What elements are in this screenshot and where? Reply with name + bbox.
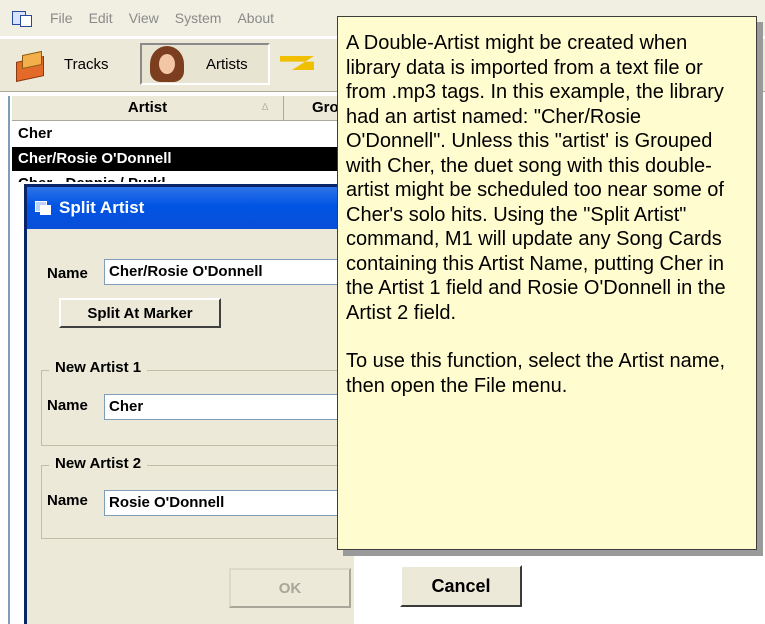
table-row[interactable]: Cher <box>12 122 342 146</box>
artist-1-field[interactable]: Cher <box>104 394 357 420</box>
grid-header: Artist ∆ Gro <box>12 96 368 121</box>
help-tooltip: A Double-Artist might be created when li… <box>337 16 757 550</box>
name-field[interactable]: Cher/Rosie O'Donnell <box>104 259 357 285</box>
tooltip-paragraph-2: To use this function, select the Artist … <box>346 350 726 397</box>
new-artist-2-legend: New Artist 2 <box>49 455 148 472</box>
column-header-artist[interactable]: Artist <box>12 96 284 120</box>
ok-button[interactable]: OK <box>229 568 351 608</box>
artists-label: Artists <box>206 55 248 73</box>
tracks-icon <box>14 49 46 82</box>
dialog-title: Split Artist <box>59 198 145 217</box>
lightning-icon <box>280 52 314 76</box>
artists-button[interactable]: Artists <box>140 43 270 85</box>
artist-1-name-label: Name <box>47 397 88 414</box>
tracks-label: Tracks <box>64 55 109 73</box>
app-window: File Edit View System About Tracks Artis… <box>0 0 765 624</box>
menu-edit[interactable]: Edit <box>81 10 121 26</box>
sort-icon: ∆ <box>262 102 269 113</box>
groups-button[interactable] <box>272 43 332 85</box>
cancel-button[interactable]: Cancel <box>400 565 522 607</box>
window-icon <box>35 201 51 215</box>
tooltip-paragraph-1: A Double-Artist might be created when li… <box>346 32 726 324</box>
table-row[interactable]: Cher - Dennis / Purkl... <box>12 172 342 182</box>
table-row-selected[interactable]: Cher/Rosie O'Donnell <box>12 147 342 171</box>
tracks-button[interactable]: Tracks <box>8 43 138 85</box>
artist-2-field[interactable]: Rosie O'Donnell <box>104 490 357 516</box>
menu-system[interactable]: System <box>167 10 230 26</box>
dialog-title-bar[interactable]: Split Artist <box>27 187 357 229</box>
new-artist-1-legend: New Artist 1 <box>49 359 148 376</box>
app-icon <box>12 9 34 27</box>
split-artist-dialog: Split Artist Name Cher/Rosie O'Donnell S… <box>24 184 361 624</box>
split-at-marker-button[interactable]: Split At Marker <box>59 298 221 328</box>
menu-about[interactable]: About <box>229 10 282 26</box>
artist-2-name-label: Name <box>47 492 88 509</box>
artist-icon <box>150 46 184 82</box>
menu-file[interactable]: File <box>42 10 81 26</box>
menu-view[interactable]: View <box>121 10 167 26</box>
column-header-group[interactable]: Gro <box>312 96 339 120</box>
name-label: Name <box>47 265 88 282</box>
